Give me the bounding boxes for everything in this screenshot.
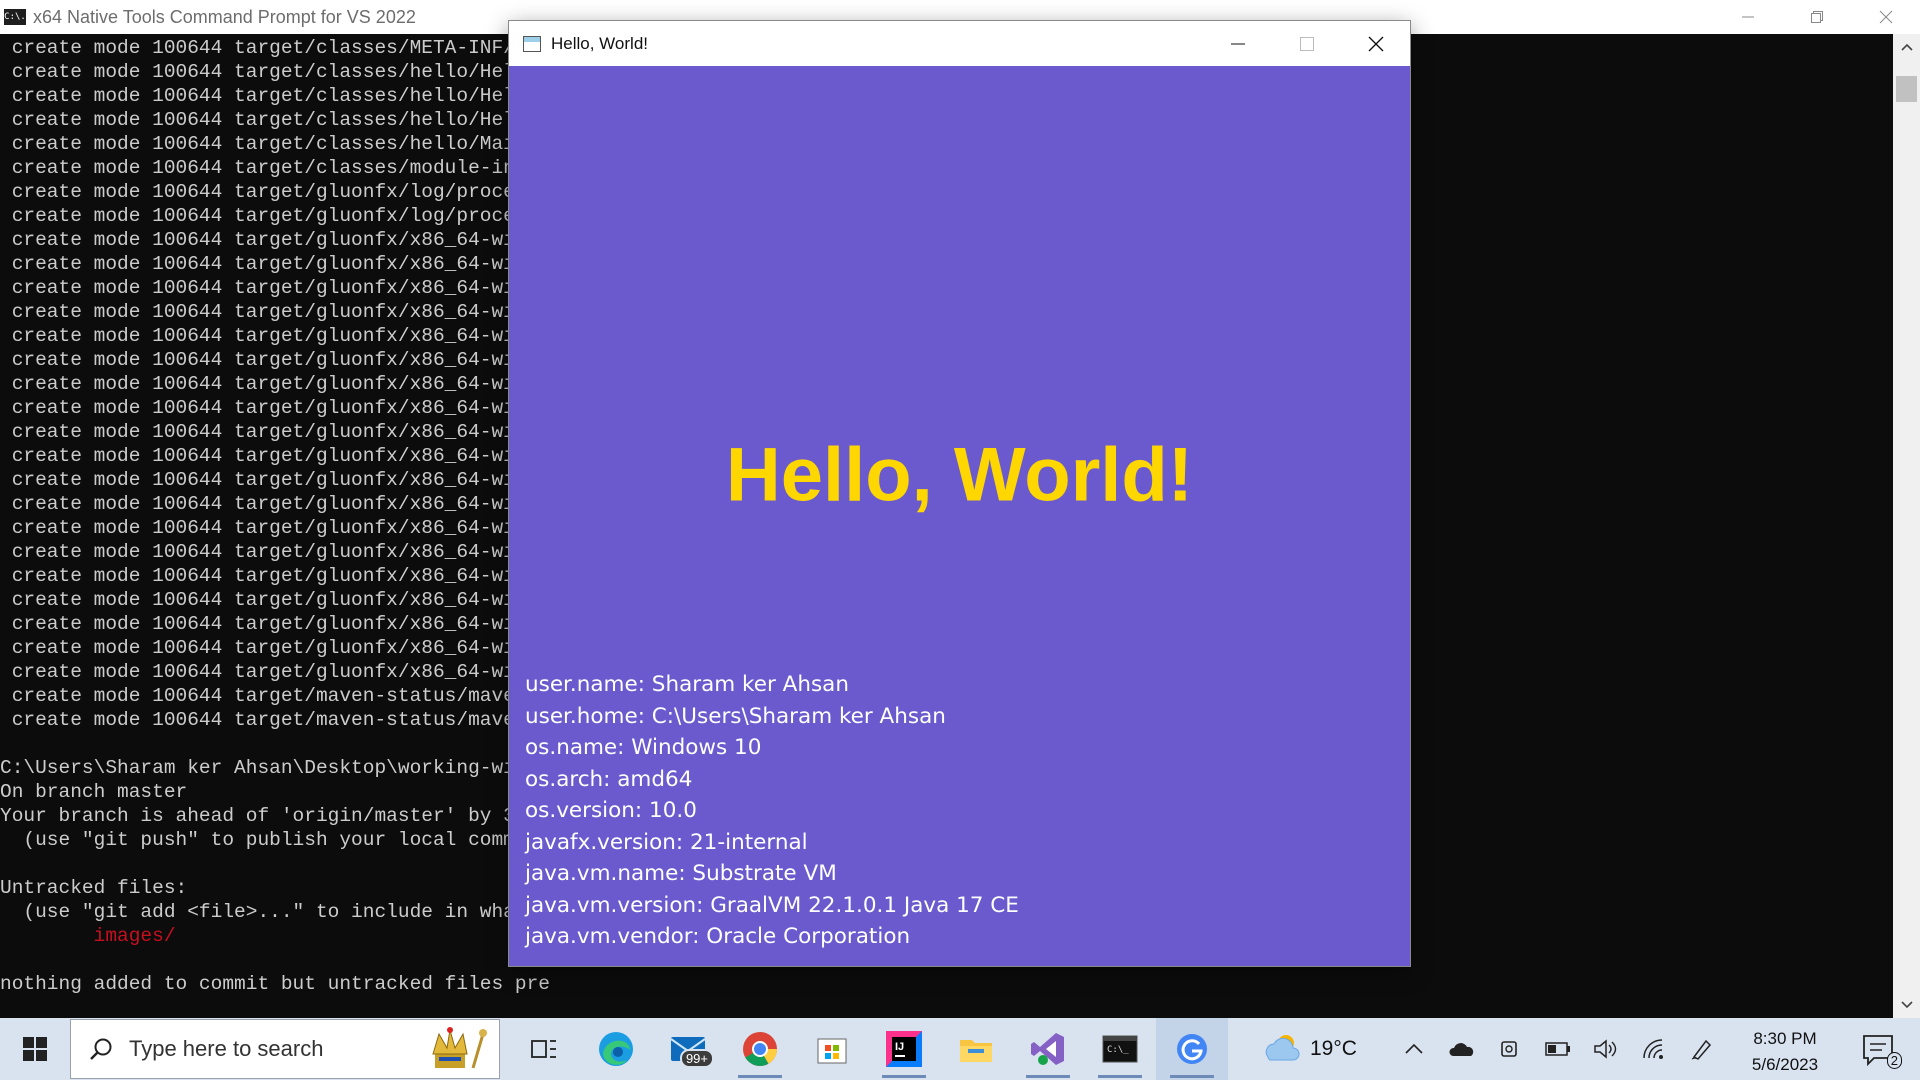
console-line: nothing added to commit but untracked fi… [0, 973, 550, 995]
restore-icon [1810, 11, 1823, 23]
network-tray-button[interactable] [1630, 1018, 1678, 1080]
console-scrollbar[interactable] [1893, 34, 1920, 1018]
taskbar-clock[interactable]: 8:30 PM 5/6/2023 [1735, 1026, 1835, 1078]
java-window-icon [523, 35, 541, 52]
app-titlebar[interactable]: Hello, World! [509, 21, 1410, 66]
maximize-icon [1299, 36, 1314, 51]
clock-date: 5/6/2023 [1751, 1055, 1819, 1074]
file-explorer-icon [960, 1040, 992, 1062]
system-properties-list: user.name: Sharam ker Ahsan user.home: C:… [525, 669, 1019, 953]
edge-icon [599, 1032, 633, 1066]
weather-temperature: 19°C [1310, 1037, 1357, 1060]
chevron-up-icon [1405, 1043, 1423, 1054]
meet-now-tray-button[interactable] [1486, 1018, 1534, 1080]
cloud-rain-weather-icon [1265, 1035, 1300, 1061]
system-property-line: java.vm.name: Substrate VM [525, 861, 837, 886]
mail-unread-badge: 99+ [679, 1049, 714, 1068]
app-window-title: Hello, World! [551, 33, 648, 53]
scroll-up-arrow-icon[interactable] [1893, 34, 1920, 60]
search-placeholder: Type here to search [129, 1036, 324, 1061]
taskbar-terminal[interactable]: C:\_ [1084, 1018, 1156, 1080]
show-hidden-icons-button[interactable] [1390, 1018, 1438, 1080]
hello-world-window[interactable]: Hello, World! Hello, World! user.name: S… [509, 21, 1410, 966]
svg-text:C:\_: C:\_ [1107, 1045, 1129, 1055]
onedrive-tray-button[interactable] [1438, 1018, 1486, 1080]
taskbar-graalvm-app[interactable] [1156, 1018, 1228, 1080]
console-minimize-button[interactable] [1713, 0, 1782, 34]
console-app-icon: C:\. [4, 9, 26, 25]
wifi-icon [1643, 1039, 1663, 1059]
onedrive-cloud-icon [1449, 1043, 1474, 1056]
chrome-icon [743, 1032, 777, 1066]
search-icon [90, 1038, 112, 1060]
notification-count-badge: 2 [1886, 1052, 1902, 1069]
taskbar-edge[interactable] [580, 1018, 652, 1080]
graalvm-app-icon [1177, 1034, 1207, 1064]
intellij-icon: IJ [886, 1031, 922, 1067]
taskbar-search-box[interactable]: Type here to search [70, 1019, 500, 1079]
minimize-icon [1230, 43, 1245, 44]
system-property-line: os.arch: amd64 [525, 766, 693, 792]
task-view-button[interactable] [508, 1018, 580, 1080]
taskbar: Type here to search 99+ IJ C:\_ 19°C 8:3… [0, 1018, 1920, 1080]
system-property-line: os.name: Windows 10 [525, 735, 762, 760]
clock-time: 8:30 PM [1753, 1029, 1817, 1048]
system-property-line: java.vm.vendor: Oracle Corporation [525, 924, 911, 949]
scroll-down-arrow-icon[interactable] [1893, 992, 1920, 1018]
windows-logo-icon [23, 1037, 47, 1061]
system-property-line: user.name: Sharam ker Ahsan [525, 672, 849, 697]
hello-world-heading: Hello, World! [725, 432, 1194, 518]
taskbar-intellij[interactable]: IJ [868, 1018, 940, 1080]
app-close-button[interactable] [1341, 21, 1410, 66]
battery-tray-button[interactable] [1534, 1018, 1582, 1080]
terminal-icon: C:\_ [1102, 1035, 1138, 1063]
taskbar-chrome[interactable] [724, 1018, 796, 1080]
volume-tray-button[interactable] [1582, 1018, 1630, 1080]
console-restore-button[interactable] [1782, 0, 1851, 34]
close-icon [1879, 10, 1892, 24]
close-icon [1368, 36, 1383, 51]
system-property-line: user.home: C:\Users\Sharam ker Ahsan [525, 703, 946, 729]
system-property-line: java.vm.version: GraalVM 22.1.0.1 Java 1… [525, 892, 1019, 918]
system-property-line: javafx.version: 21-internal [525, 829, 808, 855]
pen-icon [1691, 1039, 1712, 1060]
minimize-icon [1741, 16, 1754, 18]
visual-studio-icon [1031, 1033, 1064, 1065]
taskbar-file-explorer[interactable] [940, 1018, 1012, 1080]
taskbar-visual-studio[interactable] [1012, 1018, 1084, 1080]
app-minimize-button[interactable] [1203, 21, 1272, 66]
taskbar-mail[interactable]: 99+ [652, 1018, 724, 1080]
speaker-volume-icon [1594, 1039, 1617, 1059]
app-maximize-button[interactable] [1272, 21, 1341, 66]
task-view-icon [531, 1040, 556, 1058]
camera-icon [1501, 1041, 1517, 1057]
search-highlight-crown-icon[interactable] [425, 1024, 489, 1074]
weather-widget[interactable]: 19°C [1262, 1018, 1357, 1080]
scrollbar-thumb[interactable] [1896, 76, 1917, 102]
pen-workspace-tray-button[interactable] [1678, 1018, 1726, 1080]
battery-icon [1545, 1042, 1570, 1056]
store-icon [817, 1038, 847, 1064]
start-button[interactable] [0, 1018, 70, 1080]
taskbar-store[interactable] [796, 1018, 868, 1080]
svg-text:IJ: IJ [895, 1041, 904, 1053]
system-property-line: os.version: 10.0 [525, 798, 697, 823]
console-close-button[interactable] [1851, 0, 1920, 34]
console-window-title: x64 Native Tools Command Prompt for VS 2… [33, 6, 416, 27]
system-tray [1390, 1018, 1726, 1080]
